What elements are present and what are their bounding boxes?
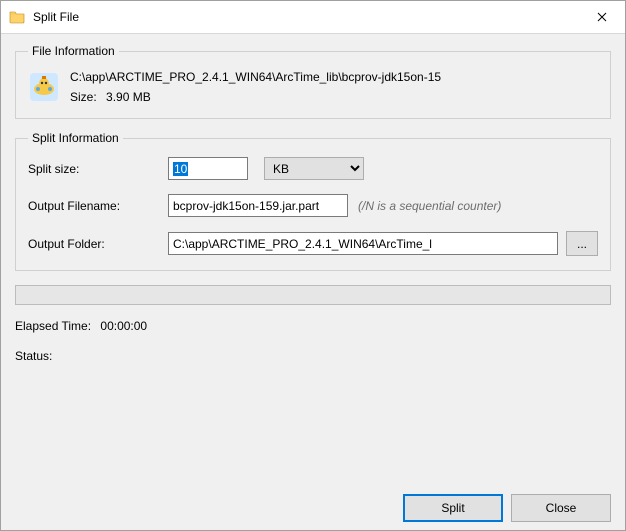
dialog-buttons: Split Close — [15, 486, 611, 522]
progress-bar — [15, 285, 611, 305]
output-filename-input[interactable] — [168, 194, 348, 217]
file-type-icon — [28, 71, 60, 103]
elapsed-time-value: 00:00:00 — [100, 319, 147, 333]
window-close-button[interactable] — [579, 1, 625, 33]
split-size-input[interactable]: 10 — [168, 157, 248, 180]
close-icon — [597, 12, 607, 22]
split-size-unit-select[interactable]: KB — [264, 157, 364, 180]
elapsed-time-label: Elapsed Time: — [15, 319, 91, 333]
file-information-legend: File Information — [28, 44, 119, 58]
titlebar: Split File — [1, 1, 625, 34]
split-information-legend: Split Information — [28, 131, 123, 145]
split-size-label: Split size: — [28, 162, 168, 176]
client-area: File Information C:\app\ARCTIM — [1, 34, 625, 530]
output-folder-input[interactable] — [168, 232, 558, 255]
window-title: Split File — [31, 10, 579, 24]
file-size-label: Size: — [70, 90, 97, 104]
status-label: Status: — [15, 349, 52, 363]
split-file-dialog: Split File File Information — [0, 0, 626, 531]
file-path: C:\app\ARCTIME_PRO_2.4.1_WIN64\ArcTime_l… — [70, 70, 598, 84]
folder-icon — [9, 9, 25, 25]
output-filename-label: Output Filename: — [28, 199, 168, 213]
filename-hint: (/N is a sequential counter) — [358, 199, 501, 213]
close-button[interactable]: Close — [511, 494, 611, 522]
browse-folder-button[interactable]: ... — [566, 231, 598, 256]
split-button[interactable]: Split — [403, 494, 503, 522]
output-folder-label: Output Folder: — [28, 237, 168, 251]
split-information-group: Split Information Split size: 10 KB Outp… — [15, 131, 611, 271]
file-information-group: File Information C:\app\ARCTIM — [15, 44, 611, 119]
file-size-value: 3.90 MB — [106, 90, 151, 104]
